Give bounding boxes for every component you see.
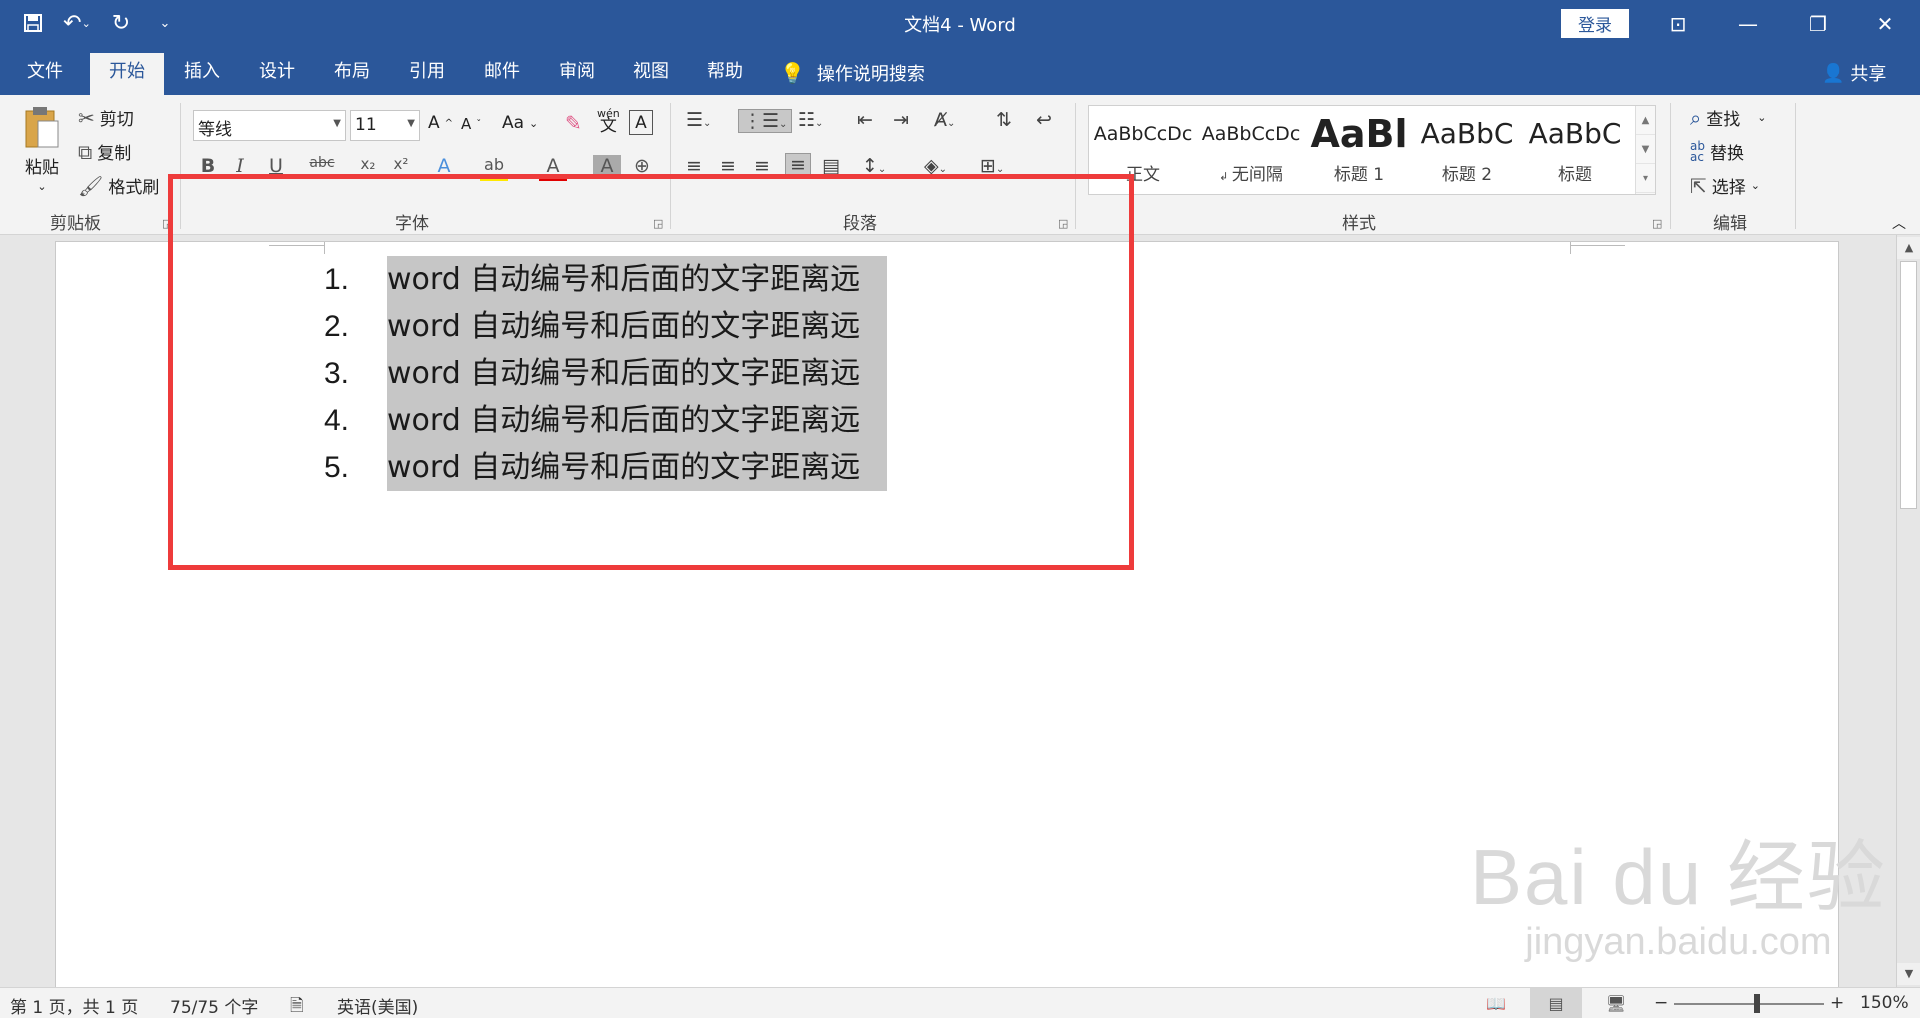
crop-mark [1570, 242, 1571, 254]
chevron-down-icon: ⌄ [1750, 179, 1760, 192]
character-border-icon[interactable]: A [629, 110, 653, 135]
numbering-icon[interactable]: ⋮☰⌄ [738, 109, 793, 133]
increase-indent-icon[interactable]: ⇥ [893, 109, 909, 131]
zoom-out-icon[interactable]: − [1654, 993, 1668, 1013]
close-icon[interactable]: ✕ [1850, 0, 1920, 47]
select-button[interactable]: ⇱ 选择 ⌄ [1690, 173, 1760, 199]
chevron-down-icon: ⌄ [1757, 111, 1767, 124]
ribbon-tabs: 文件 开始 插入 设计 布局 引用 邮件 审阅 视图 帮助 💡 操作说明搜索 👤… [0, 47, 1920, 95]
person-icon: 👤 [1822, 62, 1845, 84]
format-painter-button[interactable]: 🖌 格式刷 [78, 173, 159, 199]
scroll-up-icon[interactable]: ▲ [1897, 237, 1920, 259]
tab-review[interactable]: 审阅 [540, 53, 614, 95]
tell-me-search[interactable]: 💡 操作说明搜索 [780, 60, 925, 86]
styles-group-label: 样式 [1342, 214, 1376, 234]
title-bar: ↶ ⌄ ↻ ⌄ 文档4 - Word 登录 ⊡ — ❐ ✕ [0, 0, 1920, 47]
clipboard-icon [25, 107, 59, 148]
divider [1795, 103, 1796, 229]
bullets-icon[interactable]: ☰⌄ [686, 109, 711, 131]
style-no-spacing[interactable]: AaBbCcDc ↲ 无间隔 [1197, 106, 1305, 194]
web-layout-icon[interactable]: 🖥 [1590, 988, 1642, 1018]
style-heading-1[interactable]: AaBl 标题 1 [1305, 106, 1413, 194]
tab-mailings[interactable]: 邮件 [465, 53, 539, 95]
collapse-ribbon-icon[interactable]: ︿ [1892, 213, 1906, 233]
tab-references[interactable]: 引用 [390, 53, 464, 95]
zoom-in-icon[interactable]: + [1830, 993, 1844, 1013]
crop-mark [1570, 245, 1625, 246]
clipboard-group-label: 剪贴板 [50, 214, 101, 234]
more-icon[interactable]: ▾ [1636, 164, 1655, 193]
paintbrush-icon: 🖌 [78, 173, 104, 198]
dialog-launcher-icon[interactable]: ◲ [1652, 217, 1662, 230]
tab-file[interactable]: 文件 [8, 53, 82, 95]
tab-insert[interactable]: 插入 [165, 53, 239, 95]
replace-button[interactable]: ab ac 替换 [1690, 138, 1744, 165]
styles-gallery: AaBbCcDc 正文 AaBbCcDc ↲ 无间隔 AaBl 标题 1 AaB… [1088, 105, 1656, 195]
style-heading-2[interactable]: AaBbC 标题 2 [1413, 106, 1521, 194]
cursor-icon: ⇱ [1690, 173, 1707, 198]
style-title[interactable]: AaBbC 标题 [1521, 106, 1629, 194]
shrink-font-icon[interactable]: Aˇ [461, 115, 481, 133]
paragraph-mark-icon: ↲ [1219, 170, 1232, 183]
tab-home[interactable]: 开始 [90, 53, 164, 95]
vertical-scrollbar[interactable]: ▲ ▼ [1896, 235, 1920, 987]
clear-formatting-icon[interactable]: ✎ [565, 111, 582, 135]
tab-view[interactable]: 视图 [614, 53, 688, 95]
scroll-down-icon[interactable]: ▼ [1897, 963, 1920, 985]
paste-button[interactable]: 粘贴 ⌄ [22, 105, 62, 193]
font-name-combo[interactable]: 等线 ▼ [193, 110, 346, 141]
ribbon-display-icon[interactable]: ⊡ [1643, 0, 1713, 47]
chevron-down-icon: ▼ [407, 118, 415, 129]
tab-layout[interactable]: 布局 [315, 53, 389, 95]
login-button[interactable]: 登录 [1561, 9, 1629, 38]
find-button[interactable]: ⌕ 查找 ⌄ [1690, 105, 1767, 131]
show-marks-icon[interactable]: ↩ [1036, 109, 1052, 131]
watermark: Bai du 经验 jingyan.baidu.com [1470, 833, 1887, 963]
scroll-thumb[interactable] [1900, 261, 1917, 509]
font-size-combo[interactable]: 11 ▼ [350, 110, 420, 141]
window-title: 文档4 - Word [904, 15, 1016, 36]
chevron-down-icon[interactable]: ▼ [1636, 135, 1655, 164]
divider [1670, 103, 1671, 229]
proofing-icon[interactable]: 🗎 [290, 993, 304, 1018]
grow-font-icon[interactable]: A ^ [428, 113, 453, 133]
restore-icon[interactable]: ❐ [1783, 0, 1853, 47]
tab-help[interactable]: 帮助 [688, 53, 762, 95]
tab-design[interactable]: 设计 [240, 53, 314, 95]
chinese-layout-icon[interactable]: Ⱥ⌄ [934, 109, 955, 131]
chevron-up-icon[interactable]: ▲ [1636, 106, 1655, 135]
replace-icon: ab ac [1690, 138, 1705, 164]
copy-icon: ⧉ [78, 139, 93, 164]
search-icon: ⌕ [1690, 105, 1702, 130]
lightbulb-icon: 💡 [780, 61, 805, 85]
multilevel-list-icon[interactable]: ☷⌄ [798, 109, 823, 131]
share-button[interactable]: 👤 共享 [1822, 60, 1886, 86]
scissors-icon: ✂ [78, 105, 95, 130]
annotation-box [168, 174, 1134, 570]
superscript-icon[interactable]: x² [387, 155, 415, 173]
strikethrough-icon[interactable]: abc [302, 155, 342, 171]
gallery-scroll[interactable]: ▲ ▼ ▾ [1635, 106, 1655, 194]
copy-button[interactable]: ⧉ 复制 [78, 139, 131, 165]
chevron-down-icon: ⌄ [529, 116, 539, 130]
zoom-slider[interactable] [1674, 1003, 1824, 1005]
subscript-icon[interactable]: x₂ [354, 155, 382, 173]
language[interactable]: 英语(美国) [337, 993, 418, 1018]
change-case-button[interactable]: Aa ⌄ [502, 113, 538, 133]
phonetic-guide-icon[interactable]: wén 文 [597, 107, 620, 135]
cut-button[interactable]: ✂ 剪切 [78, 105, 134, 131]
chevron-down-icon: ▼ [333, 118, 341, 129]
editing-group-label: 编辑 [1713, 214, 1747, 234]
minimize-icon[interactable]: — [1713, 0, 1783, 47]
read-mode-icon[interactable]: 📖 [1470, 988, 1522, 1018]
print-layout-icon[interactable]: ▤ [1530, 988, 1582, 1018]
word-count[interactable]: 75/75 个字 [170, 993, 258, 1018]
status-bar: 第 1 页，共 1 页 75/75 个字 🗎 英语(美国) 📖 ▤ 🖥 − + … [0, 987, 1920, 1018]
zoom-slider-thumb[interactable] [1754, 994, 1760, 1013]
decrease-indent-icon[interactable]: ⇤ [857, 109, 873, 131]
sort-icon[interactable]: ⇅ [996, 109, 1012, 131]
page-count[interactable]: 第 1 页，共 1 页 [10, 993, 138, 1018]
zoom-level[interactable]: 150% [1860, 993, 1909, 1013]
chevron-down-icon: ⌄ [37, 180, 47, 193]
